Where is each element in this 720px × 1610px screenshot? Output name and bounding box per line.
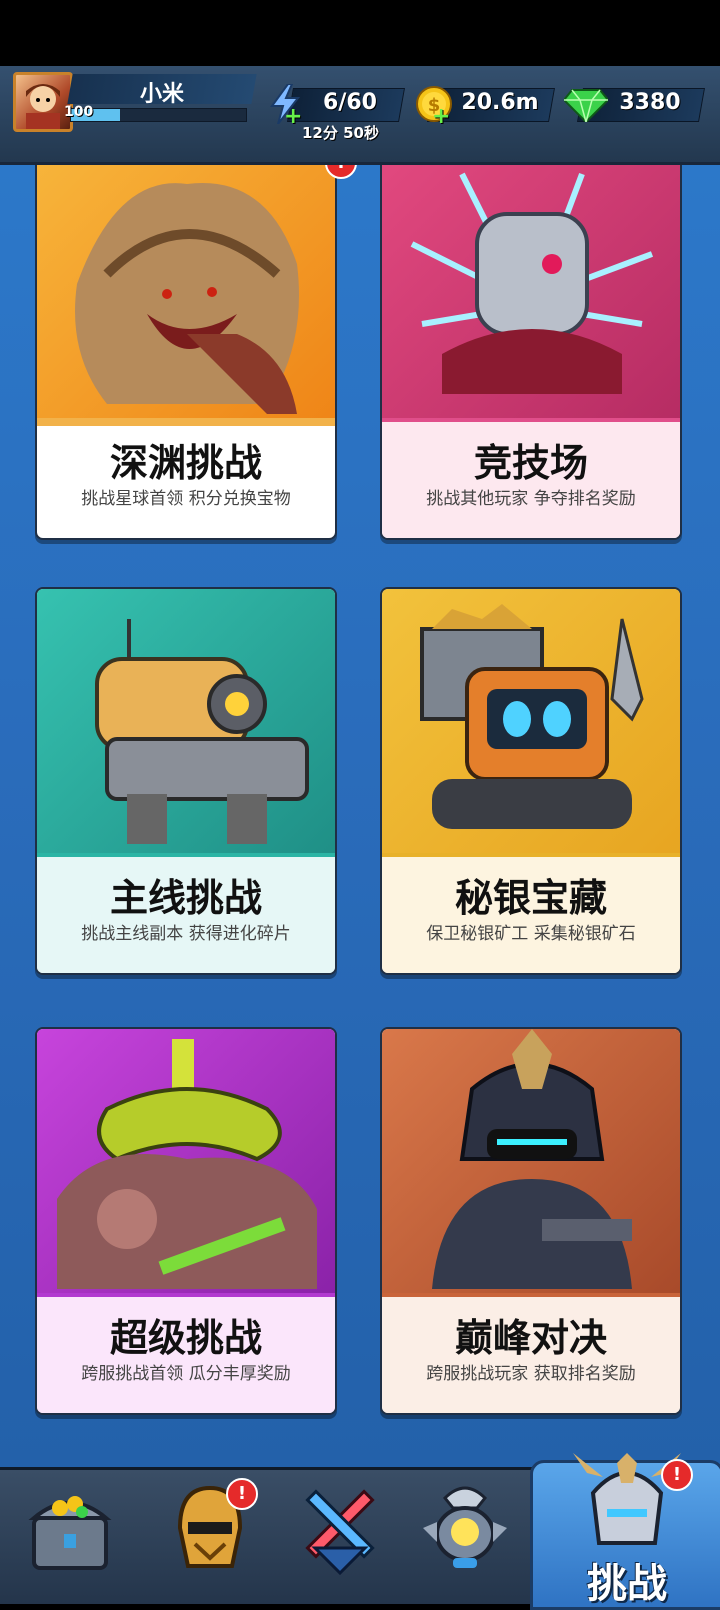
arena-robot-art	[382, 165, 680, 422]
player-avatar[interactable]	[13, 72, 73, 132]
mode-card-arena[interactable]: 竞技场 挑战其他玩家 争夺排名奖励	[380, 165, 682, 540]
mode-subtitle: 挑战星球首领 积分兑换宝物	[81, 489, 291, 509]
super-boss-art	[37, 1029, 335, 1297]
gem-value: 3380	[619, 90, 681, 115]
mode-subtitle: 挑战其他玩家 争夺排名奖励	[426, 489, 636, 509]
mode-title: 竞技场	[473, 441, 588, 485]
nav-challenge-label: 挑战	[587, 1561, 667, 1607]
mode-subtitle: 挑战主线副本 获得进化碎片	[81, 924, 291, 944]
mode-title: 超级挑战	[109, 1316, 262, 1360]
player-level: 100	[64, 104, 94, 120]
mode-grid: 深渊挑战 挑战星球首领 积分兑换宝物 竞技场 挑战其他玩家 争夺排名奖励 主线挑…	[0, 165, 720, 1467]
mode-card-mithril[interactable]: 秘银宝藏 保卫秘银矿工 采集秘银矿石	[380, 587, 682, 975]
challenge-helmet-icon	[573, 1453, 681, 1545]
mode-title: 深渊挑战	[109, 441, 262, 485]
nav-treasure-chest[interactable]	[20, 1478, 120, 1596]
mining-robot-art	[382, 589, 680, 857]
gold-value: 20.6m	[461, 90, 539, 115]
mode-subtitle: 跨服挑战玩家 获取排名奖励	[426, 1364, 636, 1384]
mode-label-area: 秘银宝藏 保卫秘银矿工 采集秘银矿石	[382, 857, 680, 973]
mode-label-area: 深渊挑战 挑战星球首领 积分兑换宝物	[37, 422, 335, 538]
mode-card-abyss[interactable]: 深渊挑战 挑战星球首领 积分兑换宝物	[35, 165, 337, 540]
energy-value: 6/60	[323, 90, 377, 115]
mech-robot-art	[37, 589, 335, 857]
mode-subtitle: 保卫秘银矿工 采集秘银矿石	[426, 924, 636, 944]
hero-notification-badge: !	[226, 1478, 258, 1510]
energy-timer: 12分 50秒	[302, 124, 379, 142]
nav-battle[interactable]	[290, 1478, 390, 1596]
mode-subtitle: 跨服挑战首领 瓜分丰厚奖励	[81, 1364, 291, 1384]
nav-hero[interactable]: !	[160, 1478, 260, 1596]
mode-title: 主线挑战	[109, 876, 262, 920]
player-name: 小米	[139, 82, 184, 107]
nav-challenge-active[interactable]: 挑战 !	[530, 1453, 720, 1610]
nav-drone[interactable]	[415, 1478, 515, 1596]
mode-title: 秘银宝藏	[454, 876, 607, 920]
mode-card-main[interactable]: 主线挑战 挑战主线副本 获得进化碎片	[35, 587, 337, 975]
mode-label-area: 主线挑战 挑战主线副本 获得进化碎片	[37, 857, 335, 973]
treasure-chest-icon	[28, 1496, 112, 1570]
mode-label-area: 巅峰对决 跨服挑战玩家 获取排名奖励	[382, 1297, 680, 1413]
top-hud: 小米 100 + 6/60 12分 50秒 $ + 20.6m 3380	[0, 66, 720, 165]
challenge-notification-badge: !	[661, 1459, 693, 1491]
mode-card-peak[interactable]: 巅峰对决 跨服挑战玩家 获取排名奖励	[380, 1027, 682, 1415]
gold-plus-icon[interactable]: +	[432, 104, 450, 129]
status-bar	[0, 0, 720, 66]
mode-label-area: 超级挑战 跨服挑战首领 瓜分丰厚奖励	[37, 1297, 335, 1413]
bottom-nav: ! 挑战 !	[0, 1453, 720, 1610]
xp-bar	[70, 108, 247, 122]
crossed-swords-icon	[305, 1489, 375, 1576]
mode-label-area: 竞技场 挑战其他玩家 争夺排名奖励	[382, 422, 680, 538]
peak-warrior-art	[382, 1029, 680, 1297]
drone-icon	[423, 1486, 507, 1568]
mode-title: 巅峰对决	[454, 1316, 607, 1360]
abyss-monster-art	[37, 165, 335, 422]
mode-card-super[interactable]: 超级挑战 跨服挑战首领 瓜分丰厚奖励	[35, 1027, 337, 1415]
